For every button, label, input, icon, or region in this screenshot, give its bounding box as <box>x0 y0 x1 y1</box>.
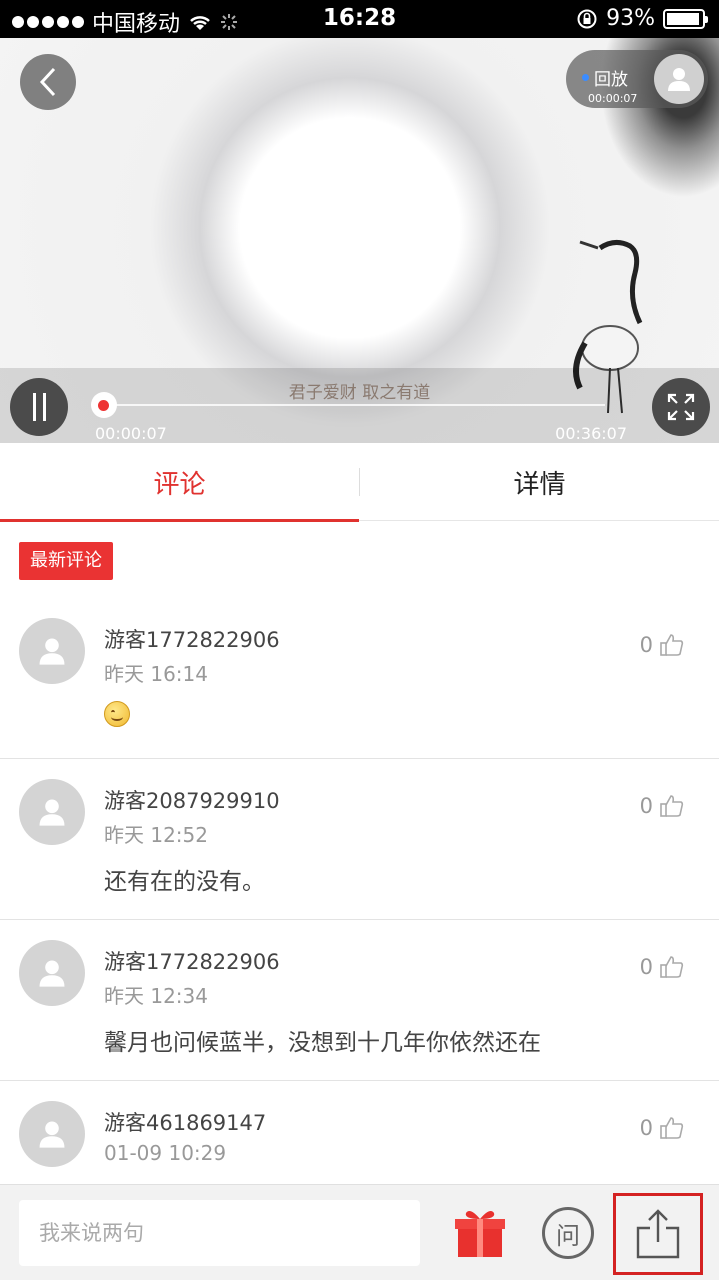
thumbs-up-icon <box>660 634 684 656</box>
thumbs-up-icon <box>660 956 684 978</box>
live-dot <box>582 74 589 81</box>
comment-text: 馨月也问候蓝半，没想到十几年你依然还在 <box>104 1030 541 1056</box>
comment-username: 游客1772822906 <box>104 950 280 974</box>
pause-icon <box>32 393 36 421</box>
rotation-lock-icon <box>577 9 597 28</box>
like-button[interactable]: 0 <box>640 1115 685 1141</box>
status-right: 93% <box>576 6 708 31</box>
progress-bar[interactable] <box>100 404 605 406</box>
comment-time: 昨天 16:14 <box>104 662 208 686</box>
like-count: 0 <box>639 794 653 818</box>
pause-button[interactable] <box>10 378 68 436</box>
current-time: 00:00:07 <box>95 424 167 443</box>
comment-time: 昨天 12:52 <box>104 823 208 847</box>
battery-icon <box>663 8 708 29</box>
comment-username: 游客1772822906 <box>104 628 280 652</box>
gift-icon <box>455 1211 505 1257</box>
share-icon <box>636 1209 680 1259</box>
user-icon <box>39 799 65 826</box>
comment-text <box>104 701 130 733</box>
tab-bar: 评论 详情 <box>0 443 719 522</box>
replay-indicator[interactable]: 回放 00:00:07 <box>566 50 708 108</box>
avatar[interactable] <box>19 1101 85 1167</box>
user-icon <box>668 68 690 91</box>
status-bar: 中国移动 16:28 93% <box>0 0 719 38</box>
pause-icon-bar <box>42 393 46 421</box>
gift-button[interactable] <box>452 1205 508 1261</box>
share-button[interactable] <box>613 1193 703 1275</box>
avatar[interactable] <box>19 779 85 845</box>
user-icon <box>39 960 65 987</box>
comment-item: 游客2087929910 昨天 12:52 还有在的没有。 0 <box>0 759 719 920</box>
user-icon <box>39 1121 65 1148</box>
latest-comments-badge: 最新评论 <box>19 542 113 580</box>
bottom-bar: 问 <box>0 1184 719 1280</box>
host-avatar[interactable] <box>654 54 704 104</box>
fullscreen-button[interactable] <box>652 378 710 436</box>
like-button[interactable]: 0 <box>640 793 685 819</box>
user-icon <box>39 638 65 665</box>
like-button[interactable]: 0 <box>640 632 685 658</box>
total-time: 00:36:07 <box>555 424 627 443</box>
avatar[interactable] <box>19 940 85 1006</box>
comment-time: 01-09 10:29 <box>104 1141 227 1165</box>
comment-item: 游客1772822906 昨天 12:34 馨月也问候蓝半，没想到十几年你依然还… <box>0 920 719 1081</box>
thumbs-up-icon <box>660 795 684 817</box>
video-player[interactable]: 回放 00:00:07 君子爱财 取之有道 00:00:07 00:36:07 <box>0 38 719 443</box>
comment-username: 游客2087929910 <box>104 789 280 813</box>
ask-button[interactable]: 问 <box>542 1207 594 1259</box>
replay-time: 00:00:07 <box>588 92 638 105</box>
comment-username: 游客461869147 <box>104 1111 267 1135</box>
smile-emoji-icon <box>104 701 130 727</box>
tab-details[interactable]: 详情 <box>360 443 719 521</box>
fullscreen-icon <box>667 393 695 421</box>
avatar[interactable] <box>19 618 85 684</box>
back-button[interactable] <box>20 54 76 110</box>
like-button[interactable]: 0 <box>640 954 685 980</box>
progress-knob[interactable] <box>90 392 117 418</box>
like-count: 0 <box>639 955 653 979</box>
like-count: 0 <box>639 1116 653 1140</box>
ask-label: 问 <box>556 1221 580 1250</box>
comment-text: 还有在的没有。 <box>104 869 265 895</box>
comment-item: 游客1772822906 昨天 16:14 0 <box>0 598 719 759</box>
comment-input[interactable] <box>19 1200 420 1266</box>
comment-time: 昨天 12:34 <box>104 984 208 1008</box>
tab-comments[interactable]: 评论 <box>0 443 359 522</box>
like-count: 0 <box>639 633 653 657</box>
thumbs-up-icon <box>660 1117 684 1139</box>
battery-percent: 93% <box>606 6 655 31</box>
replay-label: 回放 <box>594 70 628 90</box>
back-arrow-icon <box>39 67 56 97</box>
